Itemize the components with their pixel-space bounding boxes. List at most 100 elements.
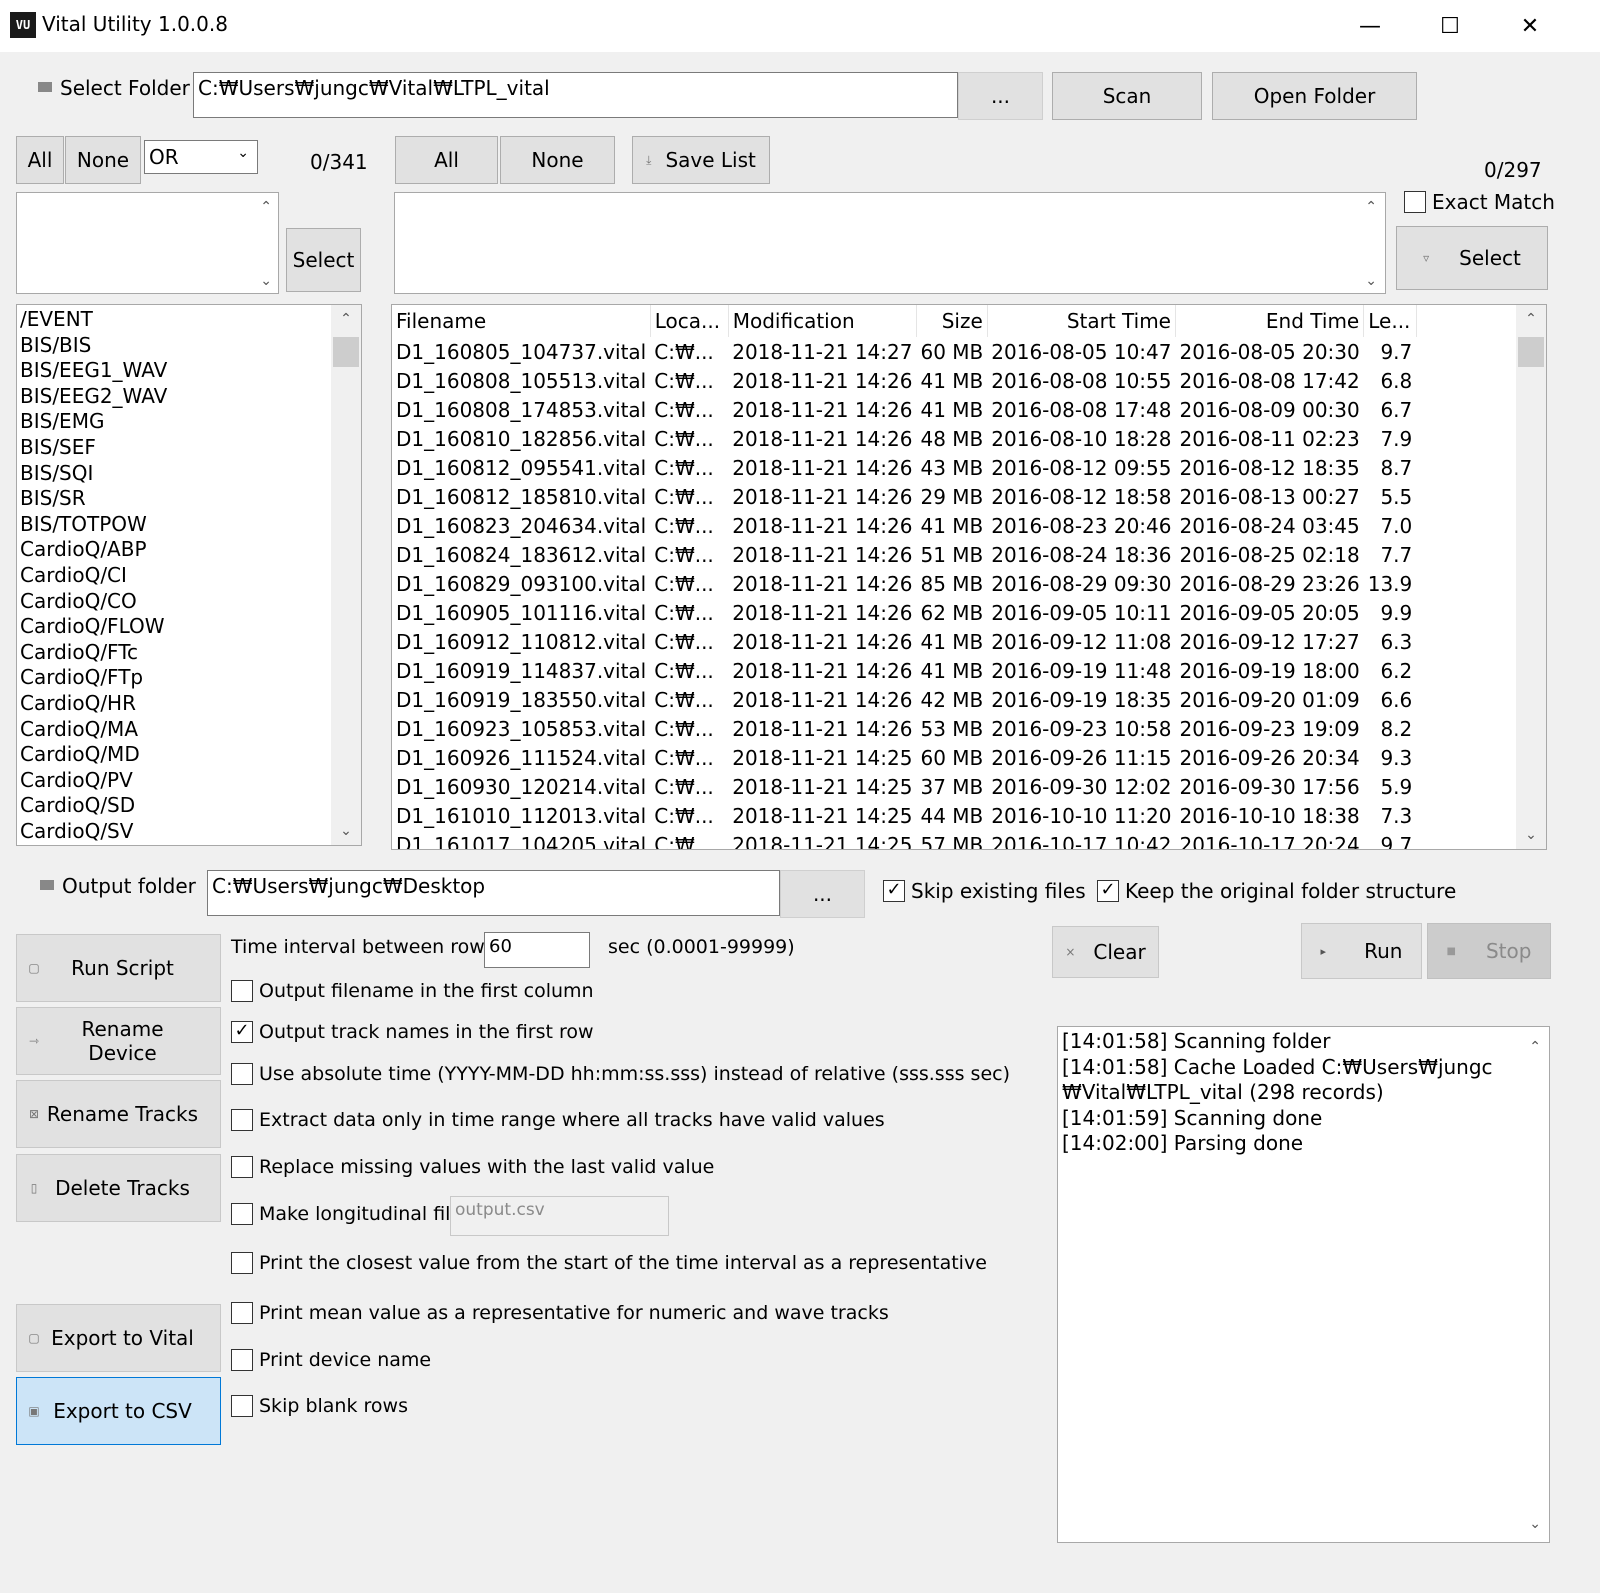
run-script-button[interactable]: ▢ Run Script (16, 934, 221, 1002)
exact-match-checkbox[interactable]: Exact Match (1404, 190, 1555, 214)
track-list-item[interactable]: BIS/EEG1_WAV (17, 358, 333, 384)
option-track-names-first-row[interactable]: ✓ Output track names in the first row (231, 1021, 594, 1043)
table-row[interactable]: D1_160812_095541.vital C:₩... 2018-11-21 1… (392, 453, 1416, 482)
skip-existing-box[interactable]: ✓ (883, 880, 905, 902)
scroll-up-icon[interactable]: ⌃ (260, 199, 272, 215)
table-row[interactable]: D1_161017_104205.vital C:₩... 2018-11-21 1… (392, 830, 1416, 850)
maximize-button[interactable]: ☐ (1410, 0, 1490, 52)
browse-output-button[interactable]: ... (780, 870, 865, 918)
track-list-item[interactable]: /EVENT (17, 307, 333, 333)
column-header[interactable]: Modification (728, 305, 917, 337)
export-csv-button[interactable]: ▣ Export to CSV (16, 1377, 221, 1445)
track-list-item[interactable]: CardioQ/CO (17, 589, 333, 615)
track-list-item[interactable]: CardioQ/HR (17, 691, 333, 717)
table-row[interactable]: D1_160823_204634.vital C:₩... 2018-11-21 1… (392, 511, 1416, 540)
scroll-down-icon[interactable]: ⌄ (331, 823, 361, 839)
output-path-input[interactable]: C:₩Users₩jungc₩Desktop (207, 870, 780, 916)
scroll-up-icon[interactable]: ⌃ (1529, 1035, 1541, 1061)
track-list-item[interactable]: CardioQ/SD (17, 793, 333, 819)
table-row[interactable]: D1_160923_105853.vital C:₩... 2018-11-21 1… (392, 714, 1416, 743)
scroll-up-icon[interactable]: ⌃ (1365, 199, 1377, 215)
table-row[interactable]: D1_160824_183612.vital C:₩... 2018-11-21 1… (392, 540, 1416, 569)
checkbox-box[interactable] (231, 1063, 253, 1085)
checkbox-box[interactable] (231, 1156, 253, 1178)
track-list-item[interactable]: CardioQ/SV (17, 819, 333, 845)
file-table[interactable]: Filename Loca... Modification Size Start Tim… (391, 304, 1547, 850)
track-select-button[interactable]: Select (286, 228, 361, 292)
option-valid-range-only[interactable]: Extract data only in time range where al… (231, 1109, 885, 1131)
track-list-item[interactable]: CardioQ/FTc (17, 640, 333, 666)
checkbox-box[interactable] (231, 1302, 253, 1324)
option-replace-missing[interactable]: Replace missing values with the last val… (231, 1156, 714, 1178)
table-row[interactable]: D1_160912_110812.vital C:₩... 2018-11-21 1… (392, 627, 1416, 656)
save-list-button[interactable]: ⤓ Save List (632, 136, 770, 184)
keep-structure-checkbox[interactable]: ✓ Keep the original folder structure (1097, 879, 1456, 903)
checkbox-box[interactable] (231, 1203, 253, 1225)
checkbox-box[interactable] (231, 1349, 253, 1371)
rename-device-button[interactable]: ⇾ Rename Device (16, 1007, 221, 1075)
log-panel[interactable]: [14:01:58] Scanning folder [14:01:58] Cac… (1057, 1026, 1550, 1543)
files-all-button[interactable]: All (395, 136, 498, 184)
track-list-item[interactable]: CardioQ/MD (17, 742, 333, 768)
scroll-down-icon[interactable]: ⌄ (260, 273, 272, 289)
interval-input[interactable]: 60 (484, 932, 590, 968)
checkbox-box[interactable]: ✓ (231, 1021, 253, 1043)
longitudinal-filename-input[interactable]: output.csv (450, 1196, 669, 1236)
scroll-thumb[interactable] (333, 337, 359, 367)
track-list-scrollbar[interactable]: ⌃ ⌄ (331, 305, 361, 845)
close-button[interactable]: ✕ (1490, 0, 1570, 52)
track-list-item[interactable]: BIS/SEF (17, 435, 333, 461)
checkbox-box[interactable] (231, 1252, 253, 1274)
track-list-item[interactable]: CardioQ/PV (17, 768, 333, 794)
files-none-button[interactable]: None (500, 136, 615, 184)
track-list-item[interactable]: CardioQ/MA (17, 717, 333, 743)
track-list-item[interactable]: BIS/SR (17, 486, 333, 512)
track-list-item[interactable]: CardioQ/FLOW (17, 614, 333, 640)
column-header[interactable]: End Time (1175, 305, 1365, 337)
run-button[interactable]: ▸ Run (1301, 923, 1422, 979)
table-row[interactable]: D1_160926_111524.vital C:₩... 2018-11-21 1… (392, 743, 1416, 772)
checkbox-box[interactable] (231, 1109, 253, 1131)
open-folder-button[interactable]: Open Folder (1212, 72, 1417, 120)
option-skip-blank-rows[interactable]: Skip blank rows (231, 1395, 408, 1417)
option-longitudinal-file[interactable]: Make longitudinal file (231, 1203, 462, 1225)
table-row[interactable]: D1_160808_174853.vital C:₩... 2018-11-21 1… (392, 395, 1416, 424)
folder-path-input[interactable]: C:₩Users₩jungc₩Vital₩LTPL_vital (193, 72, 958, 118)
table-row[interactable]: D1_160919_183550.vital C:₩... 2018-11-21 1… (392, 685, 1416, 714)
column-header[interactable]: Filename (392, 305, 651, 337)
track-list-item[interactable]: BIS/EEG2_WAV (17, 384, 333, 410)
track-list-item[interactable]: BIS/TOTPOW (17, 512, 333, 538)
export-vital-button[interactable]: ▢ Export to Vital (16, 1304, 221, 1372)
track-list-item[interactable]: BIS/BIS (17, 333, 333, 359)
option-filename-first-column[interactable]: Output filename in the first column (231, 980, 594, 1002)
option-absolute-time[interactable]: Use absolute time (YYYY-MM-DD hh:mm:ss.s… (231, 1063, 1010, 1085)
rename-tracks-button[interactable]: ⊠ Rename Tracks (16, 1080, 221, 1148)
table-row[interactable]: D1_160930_120214.vital C:₩... 2018-11-21 1… (392, 772, 1416, 801)
table-row[interactable]: D1_160812_185810.vital C:₩... 2018-11-21 1… (392, 482, 1416, 511)
skip-existing-checkbox[interactable]: ✓ Skip existing files (883, 879, 1086, 903)
table-row[interactable]: D1_160919_114837.vital C:₩... 2018-11-21 1… (392, 656, 1416, 685)
option-closest-value[interactable]: Print the closest value from the start o… (231, 1252, 987, 1274)
minimize-button[interactable]: — (1330, 0, 1410, 52)
track-list-item[interactable]: CardioQ/ABP (17, 537, 333, 563)
option-device-name[interactable]: Print device name (231, 1349, 431, 1371)
exact-match-box[interactable] (1404, 191, 1426, 213)
clear-button[interactable]: × Clear (1052, 926, 1159, 978)
keep-structure-box[interactable]: ✓ (1097, 880, 1119, 902)
scroll-down-icon[interactable]: ⌄ (1516, 827, 1546, 843)
stop-button[interactable]: ■ Stop (1427, 923, 1551, 979)
scroll-down-icon[interactable]: ⌄ (1365, 273, 1377, 289)
track-list-item[interactable]: BIS/EMG (17, 409, 333, 435)
delete-tracks-button[interactable]: ▯ Delete Tracks (16, 1154, 221, 1222)
track-list-item[interactable]: BIS/SQI (17, 461, 333, 487)
table-row[interactable]: D1_160905_101116.vital C:₩... 2018-11-21 1… (392, 598, 1416, 627)
track-list-item[interactable]: CardioQ/FTp (17, 665, 333, 691)
track-list[interactable]: /EVENT BIS/BIS BIS/EEG1_WAV BIS/EEG2_WAV BIS… (16, 304, 362, 846)
column-header[interactable]: Start Time (987, 305, 1177, 337)
scroll-up-icon[interactable]: ⌃ (1516, 311, 1546, 327)
scroll-down-icon[interactable]: ⌄ (1529, 1512, 1541, 1538)
option-mean-value[interactable]: Print mean value as a representative for… (231, 1302, 889, 1324)
track-mode-select[interactable]: OR ⌄ (144, 140, 258, 174)
table-row[interactable]: D1_160805_104737.vital C:₩... 2018-11-21 1… (392, 337, 1416, 366)
column-header[interactable]: Size (916, 305, 988, 337)
